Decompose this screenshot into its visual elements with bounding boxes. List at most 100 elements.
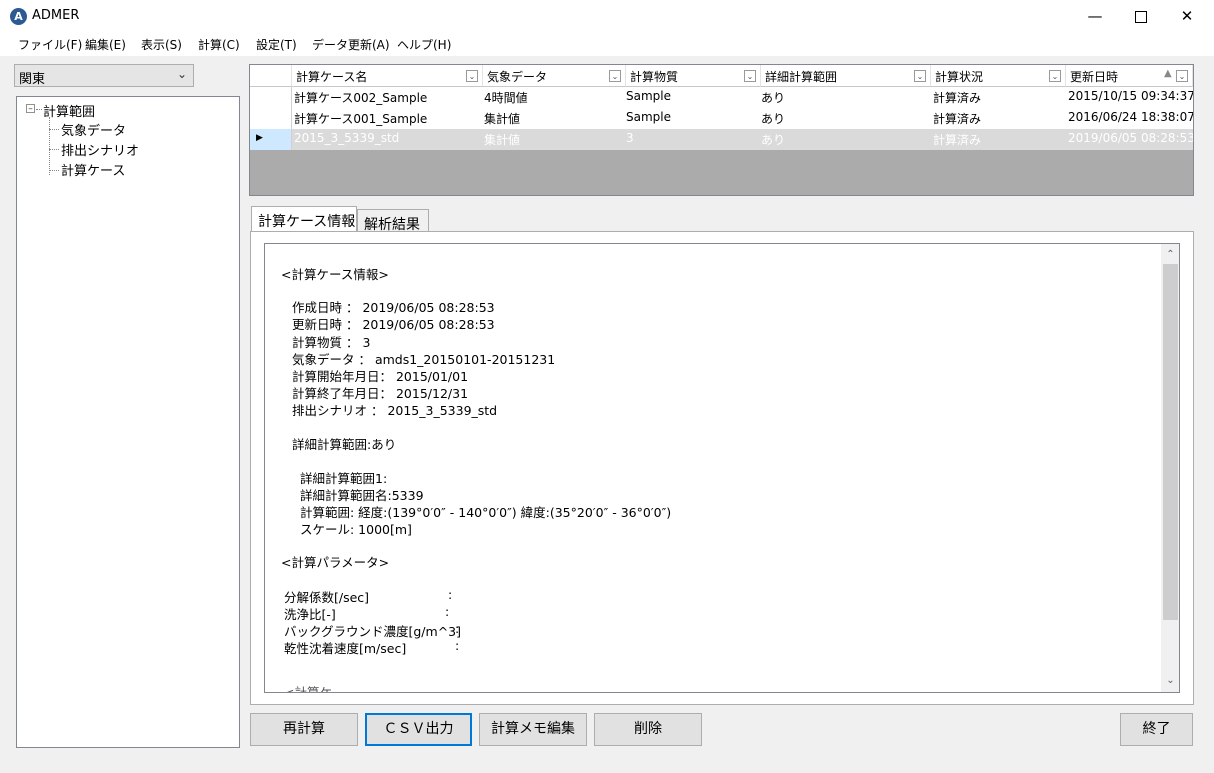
tree-item-emission-scenario[interactable]: 排出シナリオ (61, 140, 139, 159)
info-param-sep: : (445, 604, 450, 619)
sort-ascending-icon: ▲ (1164, 68, 1172, 79)
filter-icon[interactable]: ⌄ (914, 70, 926, 82)
exit-button[interactable]: 終了 (1120, 713, 1193, 746)
tree-connector (49, 129, 59, 130)
tab-label: 計算ケース情報 (258, 214, 356, 230)
filter-icon[interactable]: ⌄ (744, 70, 756, 82)
tree-connector (49, 149, 59, 150)
column-header-label: 更新日時 (1070, 70, 1119, 84)
filter-icon[interactable]: ⌄ (1176, 70, 1188, 82)
column-header-detail-range[interactable]: 詳細計算範囲 ⌄ (761, 65, 931, 87)
tree-item-weather-data[interactable]: 気象データ (61, 120, 126, 139)
close-icon: ✕ (1180, 7, 1194, 25)
scroll-down-icon[interactable]: ⌄ (1161, 672, 1179, 690)
tree-item-calc-range[interactable]: 計算範囲 (43, 101, 95, 120)
info-truncated-line: <計算ケ... (284, 685, 344, 693)
case-info-textbox[interactable]: <計算ケース情報> 作成日時 ： 2019/06/05 08:28:53 更新日… (264, 243, 1180, 693)
cell-updated: 2015/10/15 09:34:37 (1068, 89, 1194, 103)
info-param-sep: : (455, 621, 460, 636)
cell-case-name: 計算ケース002_Sample (294, 91, 428, 105)
row-header[interactable] (250, 108, 292, 129)
cell-substance: Sample (626, 110, 671, 124)
info-params-header: <計算パラメータ> (281, 555, 390, 570)
tree-item-calc-case[interactable]: 計算ケース (61, 160, 125, 179)
csv-export-button[interactable]: ＣＳＶ出力 (365, 713, 472, 746)
recalculate-button[interactable]: 再計算 (250, 713, 358, 746)
table-row[interactable]: 計算ケース001_Sample 集計値 Sample あり 計算済み 2016/… (250, 108, 1193, 129)
info-updated: 更新日時 ： 2019/06/05 08:28:53 (292, 317, 495, 332)
cell-weather: 集計値 (484, 133, 521, 147)
window-title: ADMER (32, 8, 80, 23)
column-header-case-name[interactable]: 計算ケース名 ⌄ (292, 65, 483, 87)
info-section-header: <計算ケース情報> (281, 267, 389, 282)
info-param-dry-deposition: 乾性沈着速度[m/sec] (284, 641, 407, 656)
scrollbar-thumb[interactable] (1163, 264, 1178, 620)
cell-weather: 集計値 (484, 112, 521, 126)
maximize-button[interactable] (1118, 0, 1164, 32)
info-scenario: 排出シナリオ ： 2015_3_5339_std (292, 403, 498, 418)
tab-panel: <計算ケース情報> 作成日時 ： 2019/06/05 08:28:53 更新日… (250, 231, 1194, 705)
collapse-icon[interactable]: – (26, 104, 35, 114)
info-param-sep: : (455, 638, 460, 653)
cell-weather: 4時間値 (484, 91, 528, 105)
cell-updated: 2019/06/05 08:28:53 (1068, 131, 1194, 145)
calc-case-grid: 計算ケース名 ⌄ 気象データ ⌄ 計算物質 ⌄ 詳細計算範囲 ⌄ 計算状況 ⌄ … (249, 64, 1194, 196)
cell-detail-range: あり (761, 91, 786, 105)
maximize-icon (1135, 10, 1147, 23)
minimize-button[interactable]: — (1072, 0, 1118, 32)
region-select[interactable]: 関東 ⌄ (14, 64, 194, 87)
menu-file[interactable]: ファイル(F) (18, 36, 82, 53)
tree-connector (49, 117, 50, 175)
tree-connector (49, 170, 59, 171)
app-logo-icon: A (10, 8, 27, 25)
tab-calc-case-info[interactable]: 計算ケース情報 (251, 206, 357, 232)
cell-substance: Sample (626, 89, 671, 103)
menu-data-update[interactable]: データ更新(A) (312, 36, 390, 53)
column-header-weather[interactable]: 気象データ ⌄ (483, 65, 626, 87)
tab-analysis-results[interactable]: 解析結果 (357, 209, 429, 233)
info-scale: スケール: 1000[m] (300, 522, 412, 537)
row-header[interactable]: ▶ (250, 129, 292, 150)
menu-settings[interactable]: 設定(T) (256, 36, 297, 53)
column-header-label: 計算ケース名 (296, 70, 368, 84)
cell-status: 計算済み (933, 133, 982, 147)
filter-icon[interactable]: ⌄ (609, 70, 621, 82)
minimize-icon: — (1087, 7, 1103, 25)
tree-connector (36, 109, 42, 110)
menu-view[interactable]: 表示(S) (141, 36, 182, 53)
column-header-status[interactable]: 計算状況 ⌄ (931, 65, 1066, 87)
cell-detail-range: あり (761, 133, 786, 147)
cell-substance: 3 (626, 131, 634, 145)
grid-corner (250, 65, 292, 87)
tree-panel: – 計算範囲 気象データ 排出シナリオ 計算ケース (16, 96, 240, 748)
cell-status: 計算済み (933, 112, 982, 126)
table-row-selected[interactable]: ▶ 2015_3_5339_std 集計値 3 あり 計算済み 2019/06/… (250, 129, 1193, 150)
menu-help[interactable]: ヘルプ(H) (397, 36, 451, 53)
info-param-sep: : (448, 587, 453, 602)
column-header-label: 詳細計算範囲 (765, 70, 838, 84)
info-detail-range: 詳細計算範囲:あり (292, 437, 397, 452)
info-scrollbar[interactable]: ⌃ ⌄ (1161, 244, 1179, 692)
delete-button[interactable]: 削除 (594, 713, 702, 746)
column-header-label: 計算物質 (630, 70, 679, 84)
cell-case-name: 計算ケース001_Sample (294, 112, 428, 126)
column-header-label: 気象データ (487, 70, 548, 84)
cell-detail-range: あり (761, 112, 786, 126)
column-header-updated[interactable]: 更新日時 ▲ ⌄ (1066, 65, 1193, 87)
chevron-down-icon: ⌄ (176, 67, 187, 81)
column-header-substance[interactable]: 計算物質 ⌄ (626, 65, 761, 87)
title-bar: A ADMER — ✕ (0, 0, 1214, 32)
menu-calc[interactable]: 計算(C) (198, 36, 240, 53)
table-row[interactable]: 計算ケース002_Sample 4時間値 Sample あり 計算済み 2015… (250, 87, 1193, 108)
edit-memo-button[interactable]: 計算メモ編集 (479, 713, 587, 746)
filter-icon[interactable]: ⌄ (1049, 70, 1061, 82)
close-window-button[interactable]: ✕ (1164, 0, 1210, 32)
menu-bar: ファイル(F) 編集(E) 表示(S) 計算(C) 設定(T) データ更新(A)… (0, 32, 1214, 56)
row-header[interactable] (250, 87, 292, 108)
menu-edit[interactable]: 編集(E) (85, 36, 126, 53)
region-select-value: 関東 (19, 72, 46, 87)
filter-icon[interactable]: ⌄ (466, 70, 478, 82)
cell-case-name: 2015_3_5339_std (294, 131, 400, 145)
scroll-up-icon[interactable]: ⌃ (1161, 246, 1179, 264)
cell-updated: 2016/06/24 18:38:07 (1068, 110, 1194, 124)
